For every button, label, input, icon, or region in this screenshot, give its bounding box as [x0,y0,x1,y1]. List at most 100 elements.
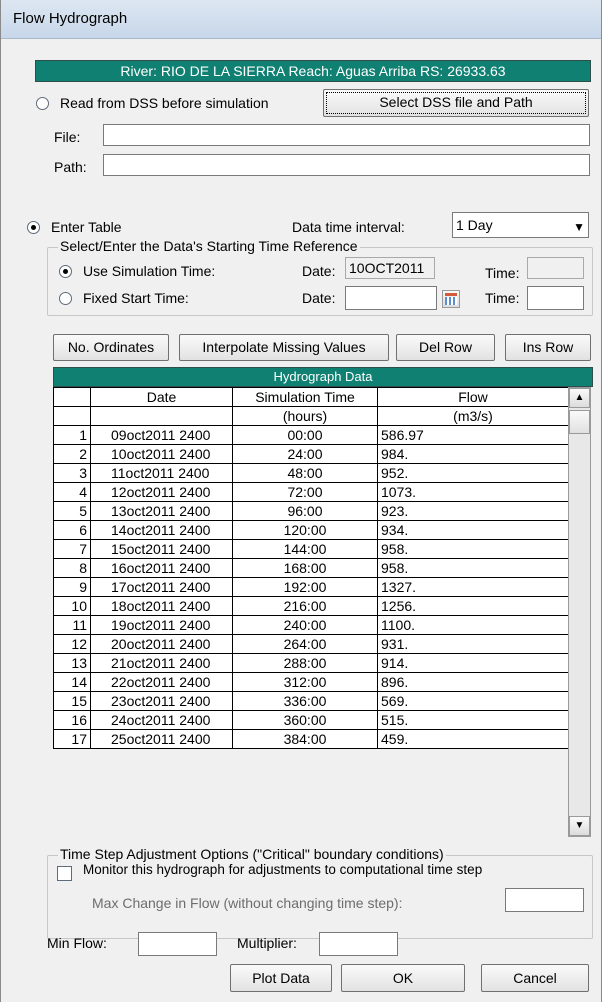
scroll-down-icon[interactable]: ▼ [569,816,590,836]
flow-cell[interactable]: 569. [377,691,569,711]
flow-cell[interactable]: 1100. [377,615,569,635]
flow-cell[interactable]: 923. [377,501,569,521]
flow-cell[interactable]: 586.97 [377,425,569,445]
date-cell[interactable]: 23oct2011 2400 [90,691,233,711]
select-dss-button[interactable]: Select DSS file and Path [323,89,589,117]
date-cell[interactable]: 17oct2011 2400 [90,577,233,597]
flow-cell[interactable]: 931. [377,634,569,654]
flow-cell[interactable]: 896. [377,672,569,692]
calendar-icon[interactable] [442,290,460,308]
flow-cell[interactable]: 515. [377,710,569,730]
min-flow-input[interactable] [138,932,217,956]
date-cell[interactable]: 21oct2011 2400 [90,653,233,673]
date-cell[interactable]: 15oct2011 2400 [90,539,233,559]
flow-cell[interactable]: 952. [377,463,569,483]
date-cell[interactable]: 19oct2011 2400 [90,615,233,635]
simtime-cell[interactable]: 48:00 [232,463,378,483]
table-row: 8 16oct2011 2400 168:00 958. [53,558,569,578]
simtime-cell[interactable]: 336:00 [232,691,378,711]
multiplier-input[interactable] [319,932,398,956]
del-row-button[interactable]: Del Row [396,334,495,361]
row-number: 10 [53,596,91,616]
date-cell[interactable]: 25oct2011 2400 [90,729,233,749]
flow-cell[interactable]: 1327. [377,577,569,597]
fixed-time-input[interactable] [527,286,584,310]
date-cell[interactable]: 16oct2011 2400 [90,558,233,578]
date-cell[interactable]: 20oct2011 2400 [90,634,233,654]
simtime-cell[interactable]: 360:00 [232,710,378,730]
scroll-thumb[interactable] [569,410,590,434]
simtime-cell[interactable]: 144:00 [232,539,378,559]
interpolate-button[interactable]: Interpolate Missing Values [179,334,389,361]
simtime-cell[interactable]: 168:00 [232,558,378,578]
simtime-cell[interactable]: 312:00 [232,672,378,692]
scroll-up-icon[interactable]: ▲ [569,388,590,408]
plot-data-button[interactable]: Plot Data [230,964,332,992]
title-bar[interactable]: Flow Hydrograph [1,0,601,39]
simtime-cell[interactable]: 384:00 [232,729,378,749]
date-cell[interactable]: 12oct2011 2400 [90,482,233,502]
date-cell[interactable]: 13oct2011 2400 [90,501,233,521]
corner-cell [53,406,91,426]
use-sim-date-field: 10OCT2011 [345,257,435,279]
table-row: 15 23oct2011 2400 336:00 569. [53,691,569,711]
date-cell[interactable]: 11oct2011 2400 [90,463,233,483]
flow-cell[interactable]: 934. [377,520,569,540]
flow-cell[interactable]: 459. [377,729,569,749]
max-change-input[interactable] [505,888,584,912]
date-cell[interactable]: 14oct2011 2400 [90,520,233,540]
date-cell[interactable]: 09oct2011 2400 [90,425,233,445]
table-row: 9 17oct2011 2400 192:00 1327. [53,577,569,597]
date-cell[interactable]: 10oct2011 2400 [90,444,233,464]
interval-value: 1 Day [456,217,493,233]
fixed-start-radio[interactable] [59,292,72,305]
table-title: Hydrograph Data [53,367,593,387]
simtime-cell[interactable]: 240:00 [232,615,378,635]
simtime-cell[interactable]: 216:00 [232,596,378,616]
flow-cell[interactable]: 914. [377,653,569,673]
fixed-start-label: Fixed Start Time: [83,290,189,306]
simtime-cell[interactable]: 96:00 [232,501,378,521]
table-row: 5 13oct2011 2400 96:00 923. [53,501,569,521]
table-row: 12 20oct2011 2400 264:00 931. [53,634,569,654]
simtime-cell[interactable]: 120:00 [232,520,378,540]
interval-select[interactable]: 1 Day ▼ [452,212,589,238]
enter-table-radio[interactable] [27,221,40,234]
chevron-down-icon: ▼ [573,220,585,234]
use-sim-time-radio[interactable] [59,265,72,278]
corner-cell [53,387,91,407]
simtime-cell[interactable]: 72:00 [232,482,378,502]
flow-cell[interactable]: 984. [377,444,569,464]
path-input[interactable] [103,154,590,176]
simtime-cell[interactable]: 24:00 [232,444,378,464]
simtime-cell[interactable]: 288:00 [232,653,378,673]
simtime-cell[interactable]: 00:00 [232,425,378,445]
date-cell[interactable]: 22oct2011 2400 [90,672,233,692]
simtime-cell[interactable]: 264:00 [232,634,378,654]
use-sim-time-label: Use Simulation Time: [83,263,216,279]
time-step-caption: Time Step Adjustment Options ("Critical"… [58,846,446,862]
no-ordinates-button[interactable]: No. Ordinates [53,334,169,361]
dss-radio-label: Read from DSS before simulation [60,95,269,111]
dss-radio[interactable] [36,97,49,110]
flow-cell[interactable]: 1256. [377,596,569,616]
ok-button[interactable]: OK [341,964,465,992]
cancel-button[interactable]: Cancel [481,964,589,992]
flow-cell[interactable]: 958. [377,539,569,559]
row-number: 7 [53,539,91,559]
row-number: 4 [53,482,91,502]
row-number: 5 [53,501,91,521]
river-reach-banner: River: RIO DE LA SIERRA Reach: Aguas Arr… [35,60,591,82]
file-input[interactable] [103,124,590,146]
monitor-checkbox[interactable] [57,866,72,881]
simtime-cell[interactable]: 192:00 [232,577,378,597]
col-flow-header: Flow [377,387,569,407]
date-cell[interactable]: 24oct2011 2400 [90,710,233,730]
table-scrollbar[interactable]: ▲ ▼ [568,387,591,837]
fixed-date-input[interactable] [345,286,437,310]
flow-cell[interactable]: 958. [377,558,569,578]
time-reference-caption: Select/Enter the Data's Starting Time Re… [58,238,360,254]
flow-cell[interactable]: 1073. [377,482,569,502]
date-cell[interactable]: 18oct2011 2400 [90,596,233,616]
ins-row-button[interactable]: Ins Row [505,334,591,361]
